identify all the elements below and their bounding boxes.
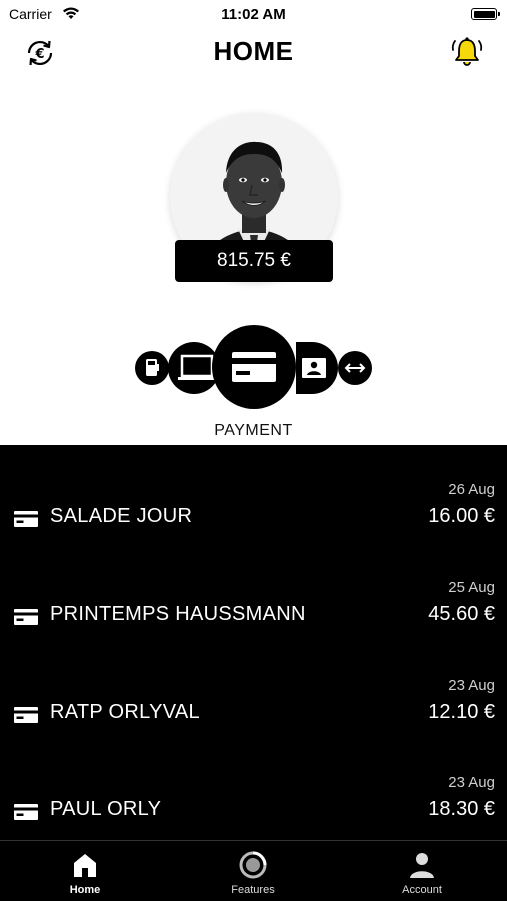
transaction-amount: 45.60 € — [428, 603, 495, 625]
person-icon — [410, 853, 434, 878]
payment-carousel[interactable] — [0, 325, 507, 415]
transaction-name: SALADE JOUR — [50, 505, 193, 527]
list-item[interactable]: 23 Aug PAUL ORLY 18.30 € — [0, 738, 507, 836]
transaction-date: 25 Aug — [448, 579, 495, 596]
status-time: 11:02 AM — [221, 6, 286, 23]
card-icon — [14, 511, 38, 527]
tab-features[interactable]: Features — [193, 841, 313, 901]
tab-bar: Home Features Account — [0, 840, 507, 901]
bell-icon[interactable] — [449, 34, 485, 70]
list-item[interactable]: 26 Aug SALADE JOUR 16.00 € — [0, 445, 507, 543]
list-item[interactable]: 25 Aug PRINTEMPS HAUSSMANN 45.60 € — [0, 543, 507, 641]
card-icon — [14, 804, 38, 820]
tab-home[interactable]: Home — [25, 841, 145, 901]
carousel-item-payment[interactable] — [212, 325, 296, 409]
status-bar: Carrier 11:02 AM — [0, 0, 507, 28]
transaction-amount: 12.10 € — [428, 701, 495, 723]
transaction-name: RATP ORLYVAL — [50, 701, 200, 723]
page-title: HOME — [213, 36, 294, 66]
carousel-item-id-card[interactable] — [296, 342, 338, 394]
carousel-item-transfer[interactable] — [338, 351, 372, 385]
home-icon — [74, 854, 96, 877]
transaction-name: PAUL ORLY — [50, 798, 162, 820]
transaction-amount: 16.00 € — [428, 505, 495, 527]
transaction-amount: 18.30 € — [428, 798, 495, 820]
battery-icon — [471, 8, 500, 20]
transaction-date: 26 Aug — [448, 481, 495, 498]
tab-label: Features — [231, 884, 275, 896]
id-card-icon — [302, 358, 326, 378]
tab-label: Home — [69, 884, 101, 896]
tab-label: Account — [402, 884, 442, 896]
credit-card-icon — [232, 352, 276, 382]
card-icon — [14, 609, 38, 625]
list-item[interactable]: 23 Aug RATP ORLYVAL 12.10 € — [0, 641, 507, 739]
features-icon — [239, 851, 267, 879]
transaction-list[interactable]: 26 Aug SALADE JOUR 16.00 € 25 Aug PRINTE… — [0, 445, 507, 840]
card-icon — [14, 707, 38, 723]
transaction-date: 23 Aug — [448, 677, 495, 694]
nav-bar: € HOME — [0, 28, 507, 76]
transaction-date: 23 Aug — [448, 774, 495, 791]
transaction-name: PRINTEMPS HAUSSMANN — [50, 603, 306, 625]
transfer-arrows-icon — [344, 363, 366, 373]
tab-account[interactable]: Account — [362, 841, 482, 901]
carousel-selected-label: PAYMENT — [214, 422, 293, 439]
balance-display: 815.75 € — [175, 240, 333, 282]
card-reader-icon — [146, 359, 159, 376]
carousel-item-card-reader[interactable] — [135, 351, 169, 385]
